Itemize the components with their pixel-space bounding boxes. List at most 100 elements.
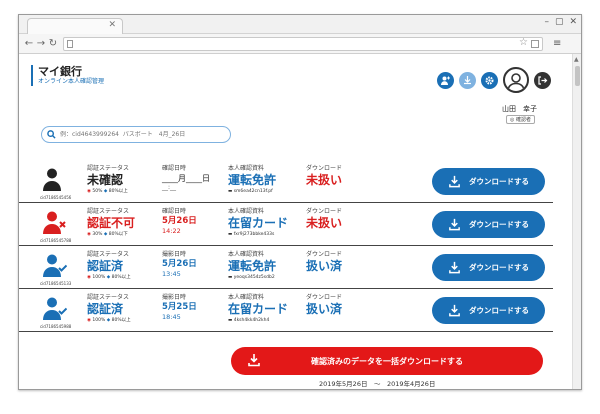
score-icon: ◉ [87, 189, 91, 194]
download-button[interactable]: ダウンロードする [432, 168, 545, 195]
document-type: 運転免許 [228, 259, 277, 273]
user-add-icon[interactable] [437, 71, 454, 89]
download-icon [449, 218, 460, 231]
status-value: 認証済 [87, 259, 124, 273]
date-column: 確認日時 ____月____日 __:__ [162, 165, 210, 192]
download-button-label: ダウンロードする [469, 306, 529, 315]
date-column: 撮影日時 5月25日 18:45 [162, 294, 197, 321]
user-name: 山田 幸子 [502, 105, 537, 113]
score-icon: ◉ [87, 275, 91, 280]
download-label: ダウンロード [306, 251, 343, 258]
brand: マイ銀行 オンライン本人確認管理 [31, 65, 104, 86]
document-label: 本人確認資料 [228, 294, 265, 301]
document-file: ▬ yeoqs3454z5sdb2 [228, 274, 276, 281]
threshold-icon: ◆ [106, 318, 111, 323]
score-meta: ◉ 100% ◆ 80%以上 [87, 274, 131, 281]
settings-gear-icon[interactable] [481, 71, 498, 89]
user-verified-icon [43, 253, 68, 281]
close-window-icon[interactable]: ✕ [569, 17, 577, 27]
back-icon[interactable]: ← [23, 38, 35, 49]
status-value: 未確認 [87, 173, 124, 187]
document-label: 本人確認資料 [228, 208, 265, 215]
document-type: 在留カード [228, 302, 289, 316]
download-button-label: ダウンロードする [469, 220, 529, 229]
user-rejected-icon [43, 210, 67, 238]
download-status-column: ダウンロード 扱い済 [306, 294, 342, 317]
app-name: マイ銀行 [38, 65, 82, 78]
score-value: 100% [92, 275, 106, 280]
status-column: 認証ステータス 認証不可 ◉ 30% ◆ 80%以下 [87, 208, 135, 238]
download-button[interactable]: ダウンロードする [432, 297, 545, 324]
date-label: 確認日時 [162, 208, 187, 215]
score-icon: ◉ [87, 318, 91, 323]
maximize-icon[interactable]: ▢ [555, 17, 564, 27]
file-icon: ▬ [228, 189, 233, 194]
document-type: 在留カード [228, 216, 289, 230]
bookmark-star-icon[interactable]: ☆ [519, 37, 528, 48]
page-content: マイ銀行 オンライン本人確認管理 山田 幸子 ◎ 確認者 例：cid464399… [19, 55, 571, 389]
threshold-icon: ◆ [106, 275, 111, 280]
document-label: 本人確認資料 [228, 251, 265, 258]
download-button[interactable]: ダウンロードする [432, 211, 545, 238]
document-column: 本人確認資料 在留カード ▬ 4ksh4kk4h2kh4 [228, 294, 288, 324]
verification-row: cid7186545988 認証ステータス 認証済 ◉ 100% ◆ 80%以上… [19, 290, 553, 332]
logout-icon[interactable] [534, 71, 551, 89]
score-meta: ◉ 30% ◆ 80%以下 [87, 231, 135, 238]
scroll-up-icon[interactable]: ▲ [574, 56, 579, 63]
minimize-icon[interactable]: – [544, 17, 549, 27]
status-value: 認証済 [87, 302, 124, 316]
close-tab-icon[interactable]: ✕ [108, 20, 116, 30]
document-column: 本人確認資料 運転免許 ▬ yeoqs3454z5sdb2 [228, 251, 276, 281]
download-button-label: ダウンロードする [469, 263, 529, 272]
threshold-icon: ◆ [103, 189, 108, 194]
date-value: 5月26日 [162, 216, 197, 226]
verification-row: cid7186545788 認証ステータス 認証不可 ◉ 30% ◆ 80%以下… [19, 204, 553, 246]
download-status-column: ダウンロード 未扱い [306, 165, 342, 188]
download-button[interactable]: ダウンロードする [432, 254, 545, 281]
download-status-column: ダウンロード 扱い済 [306, 251, 342, 274]
forward-icon[interactable]: → [35, 38, 47, 49]
document-type: 運転免許 [228, 173, 277, 187]
browser-menu-icon[interactable]: ≡ [553, 38, 561, 49]
app-subtitle: オンライン本人確認管理 [38, 78, 105, 85]
time-value: 14:22 [162, 227, 181, 235]
score-value: 30% [92, 232, 103, 237]
status-value: 認証不可 [87, 216, 136, 230]
browser-window: ✕ – ▢ ✕ ← → ↻ ☆ ≡ ▲ マイ銀行 オンライン本人確認管理 山田 … [18, 14, 582, 390]
scroll-thumb[interactable] [575, 66, 580, 86]
user-verified-icon [43, 296, 68, 324]
document-column: 本人確認資料 運転免許 ▬ sm6ea42cn13f.pf [228, 165, 276, 195]
download-status: 扱い済 [306, 302, 343, 316]
avatar[interactable] [503, 67, 529, 93]
verification-row: cid7186545456 認証ステータス 未確認 ◉ 50% ◆ 80%以上 … [19, 161, 553, 203]
time-value: __:__ [162, 184, 177, 191]
download-icon[interactable] [459, 71, 476, 89]
bulk-download-button[interactable]: 確認済みのデータを一括ダウンロードする [231, 347, 543, 375]
document-label: 本人確認資料 [228, 165, 265, 172]
window-controls: – ▢ ✕ [544, 17, 577, 27]
score-meta: ◉ 100% ◆ 80%以上 [87, 317, 131, 324]
score-icon: ◉ [87, 232, 91, 237]
date-column: 確認日時 5月26日 14:22 [162, 208, 197, 235]
tab-bar: ✕ – ▢ ✕ [19, 15, 581, 34]
time-value: 13:45 [162, 270, 181, 278]
download-status: 未扱い [306, 173, 343, 187]
download-label: ダウンロード [306, 165, 343, 172]
url-field[interactable]: ☆ [63, 36, 543, 51]
download-icon [449, 175, 460, 188]
download-status: 扱い済 [306, 259, 343, 273]
file-icon: ▬ [228, 318, 233, 323]
user-role: 確認者 [515, 117, 531, 123]
browser-tab[interactable]: ✕ [27, 18, 123, 34]
download-icon [449, 261, 460, 274]
threshold-value: 80%以上 [108, 189, 128, 194]
extension-icon[interactable] [531, 39, 539, 48]
search-input[interactable] [60, 131, 228, 138]
status-label: 認証ステータス [87, 208, 130, 215]
scrollbar[interactable]: ▲ [572, 54, 581, 389]
threshold-value: 80%以上 [111, 318, 131, 323]
search-box[interactable] [41, 126, 231, 143]
download-label: ダウンロード [306, 208, 343, 215]
download-status: 未扱い [306, 216, 343, 230]
reload-icon[interactable]: ↻ [47, 38, 59, 49]
